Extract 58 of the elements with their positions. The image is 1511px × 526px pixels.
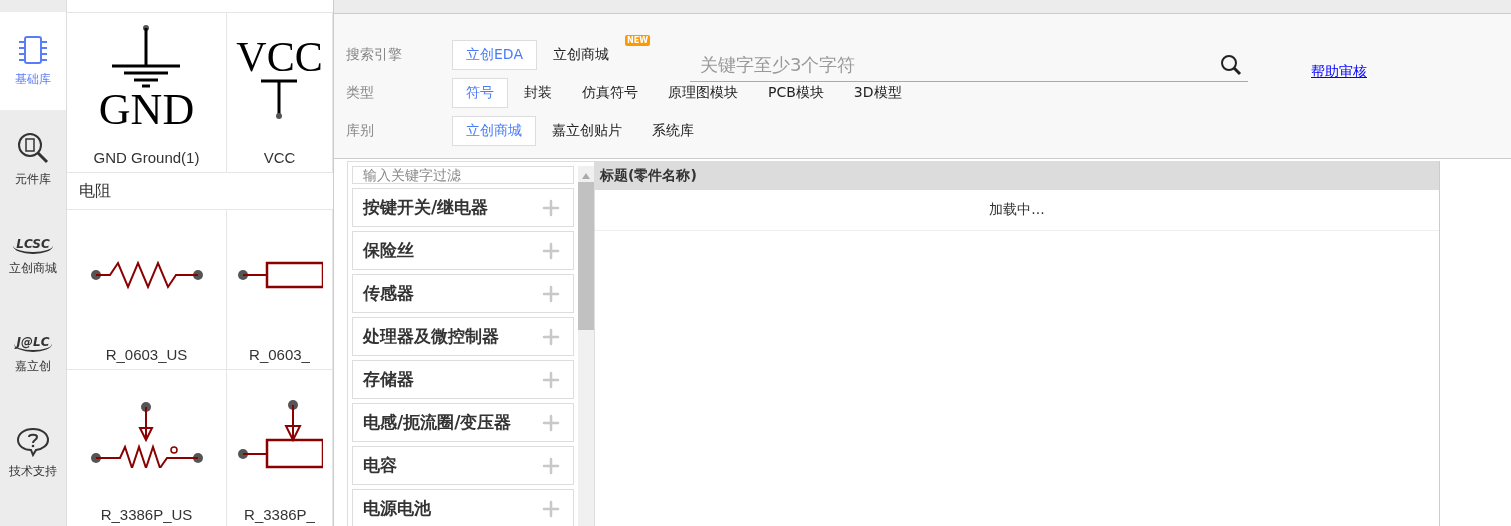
symbol-label: VCC (263, 149, 296, 166)
loading-text: 加载中... (989, 201, 1045, 219)
symbol-text: VCC (236, 36, 323, 78)
filter-option[interactable]: 封装 (510, 78, 566, 108)
new-badge: NEW (625, 35, 650, 46)
filter-option[interactable]: 符号 (452, 78, 508, 108)
category-item[interactable]: 传感器 (352, 274, 574, 313)
potentiometer-icon (89, 402, 204, 468)
scroll-up-icon[interactable] (581, 172, 591, 180)
power-symbol-icon (259, 78, 300, 120)
symbol-card[interactable]: R_3386P_US (67, 370, 227, 526)
chip-icon (17, 34, 49, 65)
resistor-icon (237, 260, 323, 290)
search-field[interactable]: 关键字至少3个字符 (690, 48, 1248, 82)
resistor-icon (89, 260, 204, 290)
category-item[interactable]: 存储器 (352, 360, 574, 399)
category-item[interactable]: 电感/扼流圈/变压器 (352, 403, 574, 442)
category-item[interactable]: 电容 (352, 446, 574, 485)
filter-option[interactable]: 嘉立创贴片 (538, 116, 636, 146)
section-title: 电阻 (67, 173, 333, 210)
chip-search-icon (16, 130, 50, 165)
ground-symbol-icon (110, 24, 183, 88)
symbol-label: R_0603_US (105, 346, 188, 363)
symbol-card[interactable]: VCC VCC (227, 13, 333, 172)
scrollbar-thumb[interactable] (578, 182, 594, 330)
search-icon[interactable] (1220, 54, 1242, 76)
column-header: 标题(零件名称) (595, 161, 1439, 190)
filter-option[interactable]: 立创商城 (452, 116, 536, 146)
category-item[interactable]: 按键开关/继电器 (352, 188, 574, 227)
potentiometer-icon (237, 400, 323, 470)
symbol-card[interactable]: R_0603_US (67, 210, 227, 369)
filter-option[interactable]: 立创EDA (452, 40, 537, 70)
filter-label: 库别 (346, 122, 375, 140)
symbol-label: R_3386P_US (100, 506, 193, 523)
filter-label: 类型 (346, 84, 375, 102)
symbol-label: R_3386P_ (244, 506, 315, 523)
symbol-text: GND (98, 88, 195, 132)
symbol-label: GND Ground(1) (93, 149, 200, 166)
brand-logo: J@LC (13, 335, 53, 352)
help-link[interactable]: 帮助审核 (1311, 63, 1367, 81)
nav-item[interactable]: 技术支持 (0, 404, 66, 502)
filter-label: 搜索引擎 (346, 46, 403, 64)
category-item[interactable]: 保险丝 (352, 231, 574, 270)
filter-option[interactable]: 仿真符号 (568, 78, 652, 108)
category-item[interactable]: 电源电池 (352, 489, 574, 526)
nav-item[interactable]: 元件库 (0, 110, 66, 208)
symbol-card[interactable]: R_3386P_ (227, 370, 333, 526)
nav-item[interactable]: LCSC 立创商城 (0, 208, 66, 306)
symbol-label: R_0603_ (249, 346, 310, 363)
filter-field[interactable]: 输入关键字过滤 (352, 166, 574, 184)
symbol-card[interactable]: GND GND Ground(1) (67, 13, 227, 172)
brand-logo: LCSC (13, 237, 53, 254)
filter-option[interactable]: 系统库 (638, 116, 708, 146)
nav-item[interactable]: 基础库 (0, 12, 66, 110)
symbol-card[interactable]: R_0603_ (227, 210, 333, 369)
help-icon (16, 426, 50, 457)
category-item[interactable]: 处理器及微控制器 (352, 317, 574, 356)
nav-item[interactable]: J@LC 嘉立创 (0, 306, 66, 404)
